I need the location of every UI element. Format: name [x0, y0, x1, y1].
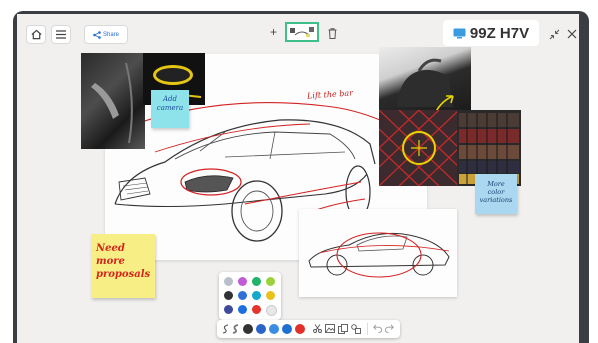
palette-swatch[interactable]	[266, 305, 277, 316]
quilted-leather-image	[379, 110, 459, 186]
sticky-note-proposals[interactable]: Need more proposals	[91, 234, 155, 298]
home-button[interactable]	[26, 25, 46, 44]
plus-icon: +	[270, 25, 278, 39]
share-label: Share	[102, 31, 119, 38]
side-profile-sketch-drawing	[308, 232, 450, 278]
page-thumbnail[interactable]	[285, 22, 319, 42]
door-handle-photo[interactable]	[81, 53, 145, 149]
close-icon	[567, 29, 577, 39]
collapse-button[interactable]	[549, 27, 560, 45]
copy-icon[interactable]	[338, 324, 348, 334]
share-icon	[93, 30, 101, 39]
palette-swatch[interactable]	[266, 291, 275, 300]
add-page-button[interactable]: +	[270, 25, 277, 39]
redo-icon[interactable]	[385, 324, 394, 333]
door-handle-image	[91, 62, 133, 144]
palette-swatch[interactable]	[252, 291, 261, 300]
palette-swatch[interactable]	[252, 305, 261, 314]
palette-swatch[interactable]	[224, 277, 233, 286]
pen-color-button[interactable]	[269, 324, 279, 334]
session-code-badge[interactable]: 99Z H7V	[443, 20, 539, 46]
cast-icon	[453, 28, 466, 38]
session-code: 99Z H7V	[469, 24, 530, 42]
shapes-icon[interactable]	[351, 324, 361, 334]
trash-icon	[328, 28, 337, 39]
palette-swatch[interactable]	[224, 291, 233, 300]
marker-icon[interactable]	[232, 324, 239, 334]
share-button[interactable]: Share	[84, 25, 128, 44]
pen-color-button[interactable]	[282, 324, 292, 334]
palette-swatch[interactable]	[224, 305, 233, 314]
sticky-note-colors[interactable]: More color variations	[475, 174, 517, 214]
sticky-note-camera-text: Add camera	[156, 95, 184, 112]
pen-toolbar[interactable]	[217, 320, 400, 338]
palette-swatch[interactable]	[266, 277, 275, 286]
collapse-icon	[549, 29, 560, 40]
home-icon	[31, 29, 41, 40]
page-thumbnail-icon	[290, 27, 314, 37]
undo-icon[interactable]	[373, 324, 382, 333]
scissors-icon[interactable]	[313, 324, 322, 333]
pen-icon[interactable]	[222, 324, 229, 334]
sticky-note-camera[interactable]: Add camera	[151, 90, 189, 128]
delete-page-button[interactable]	[328, 26, 337, 44]
toolbar-divider	[367, 323, 368, 335]
menu-icon	[56, 30, 66, 39]
sticky-note-colors-text: More color variations	[479, 180, 513, 204]
image-icon[interactable]	[325, 324, 335, 333]
pen-color-button[interactable]	[243, 324, 253, 334]
pen-color-button[interactable]	[295, 324, 305, 334]
menu-button[interactable]	[51, 25, 71, 44]
side-profile-sketch-card[interactable]	[299, 209, 457, 297]
close-button[interactable]	[567, 26, 577, 44]
palette-swatch[interactable]	[238, 291, 247, 300]
whiteboard-canvas[interactable]: Share + 99Z H7V Lift the bar Add camera …	[17, 14, 579, 343]
palette-swatch[interactable]	[238, 305, 247, 314]
palette-swatch[interactable]	[252, 277, 261, 286]
quilted-leather-photo[interactable]	[379, 110, 459, 186]
sticky-note-proposals-text: Need more proposals	[96, 243, 151, 280]
pen-color-button[interactable]	[256, 324, 266, 334]
color-palette[interactable]	[219, 272, 281, 320]
palette-swatch[interactable]	[238, 277, 247, 286]
